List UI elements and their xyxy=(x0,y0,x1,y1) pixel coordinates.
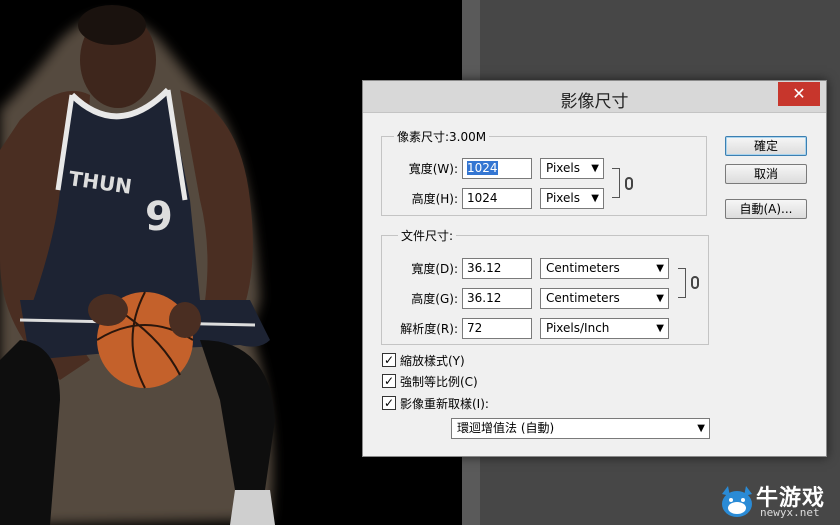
watermark-site: newyx.net xyxy=(760,506,820,519)
pixel-link-bracket xyxy=(612,168,620,198)
scale-styles-checkbox[interactable]: ✓ xyxy=(382,353,396,367)
chevron-down-icon: ▼ xyxy=(656,323,664,334)
chain-link-icon xyxy=(691,276,699,289)
document-size-group: 文件尺寸: 寬度(D): 36.12 Centimeters ▼ 高度(G): 3… xyxy=(381,227,709,345)
image-size-dialog: 影像尺寸 ✕ 像素尺寸:3.00M 寬度(W): 1024 Pixels ▼ 高度… xyxy=(362,80,827,457)
chevron-down-icon: ▼ xyxy=(656,263,664,274)
chevron-down-icon: ▼ xyxy=(656,293,664,304)
doc-width-unit-select[interactable]: Centimeters ▼ xyxy=(540,258,669,279)
close-icon: ✕ xyxy=(792,84,806,103)
scale-styles-label: 縮放樣式(Y) xyxy=(400,354,465,368)
constrain-proportions-label: 強制等比例(C) xyxy=(400,375,478,389)
cancel-button[interactable]: 取消 xyxy=(725,164,807,184)
doc-height-label: 高度(G): xyxy=(411,292,458,306)
dialog-title: 影像尺寸 xyxy=(560,92,629,112)
ok-button[interactable]: 確定 xyxy=(725,136,807,156)
pixel-height-unit-select[interactable]: Pixels ▼ xyxy=(540,188,604,209)
pixel-width-unit-select[interactable]: Pixels ▼ xyxy=(540,158,604,179)
resample-checkbox[interactable]: ✓ xyxy=(382,396,396,410)
doc-width-label: 寬度(D): xyxy=(411,262,458,276)
chain-link-icon xyxy=(625,177,633,190)
resolution-unit-select[interactable]: Pixels/Inch ▼ xyxy=(540,318,669,339)
pixel-width-input[interactable]: 1024 xyxy=(462,158,532,179)
pixel-dimensions-group: 像素尺寸:3.00M 寬度(W): 1024 Pixels ▼ 高度(H): 10… xyxy=(381,128,707,216)
pixel-dimensions-legend: 像素尺寸:3.00M xyxy=(394,128,490,145)
doc-width-input[interactable]: 36.12 xyxy=(462,258,532,279)
resample-label: 影像重新取樣(I): xyxy=(400,397,489,411)
dialog-titlebar[interactable]: 影像尺寸 ✕ xyxy=(363,81,826,113)
pixel-height-label: 高度(H): xyxy=(411,192,458,206)
document-size-legend: 文件尺寸: xyxy=(398,227,457,244)
chevron-down-icon: ▼ xyxy=(697,423,705,434)
cow-logo-icon xyxy=(722,486,752,517)
auto-button[interactable]: 自動(A)... xyxy=(725,199,807,219)
close-button[interactable]: ✕ xyxy=(778,82,820,106)
chevron-down-icon: ▼ xyxy=(591,193,599,204)
pixel-width-label: 寬度(W): xyxy=(408,162,458,176)
resample-method-select[interactable]: 環迴增值法 (自動) ▼ xyxy=(451,418,710,439)
jersey-number: 9 xyxy=(145,194,173,240)
doc-height-input[interactable]: 36.12 xyxy=(462,288,532,309)
constrain-proportions-checkbox[interactable]: ✓ xyxy=(382,374,396,388)
chevron-down-icon: ▼ xyxy=(591,163,599,174)
watermark: 牛游戏 newyx.net xyxy=(716,478,840,525)
doc-height-unit-select[interactable]: Centimeters ▼ xyxy=(540,288,669,309)
resolution-label: 解析度(R): xyxy=(400,322,458,336)
doc-link-bracket xyxy=(678,268,686,298)
pixel-height-input[interactable]: 1024 xyxy=(462,188,532,209)
resolution-input[interactable]: 72 xyxy=(462,318,532,339)
